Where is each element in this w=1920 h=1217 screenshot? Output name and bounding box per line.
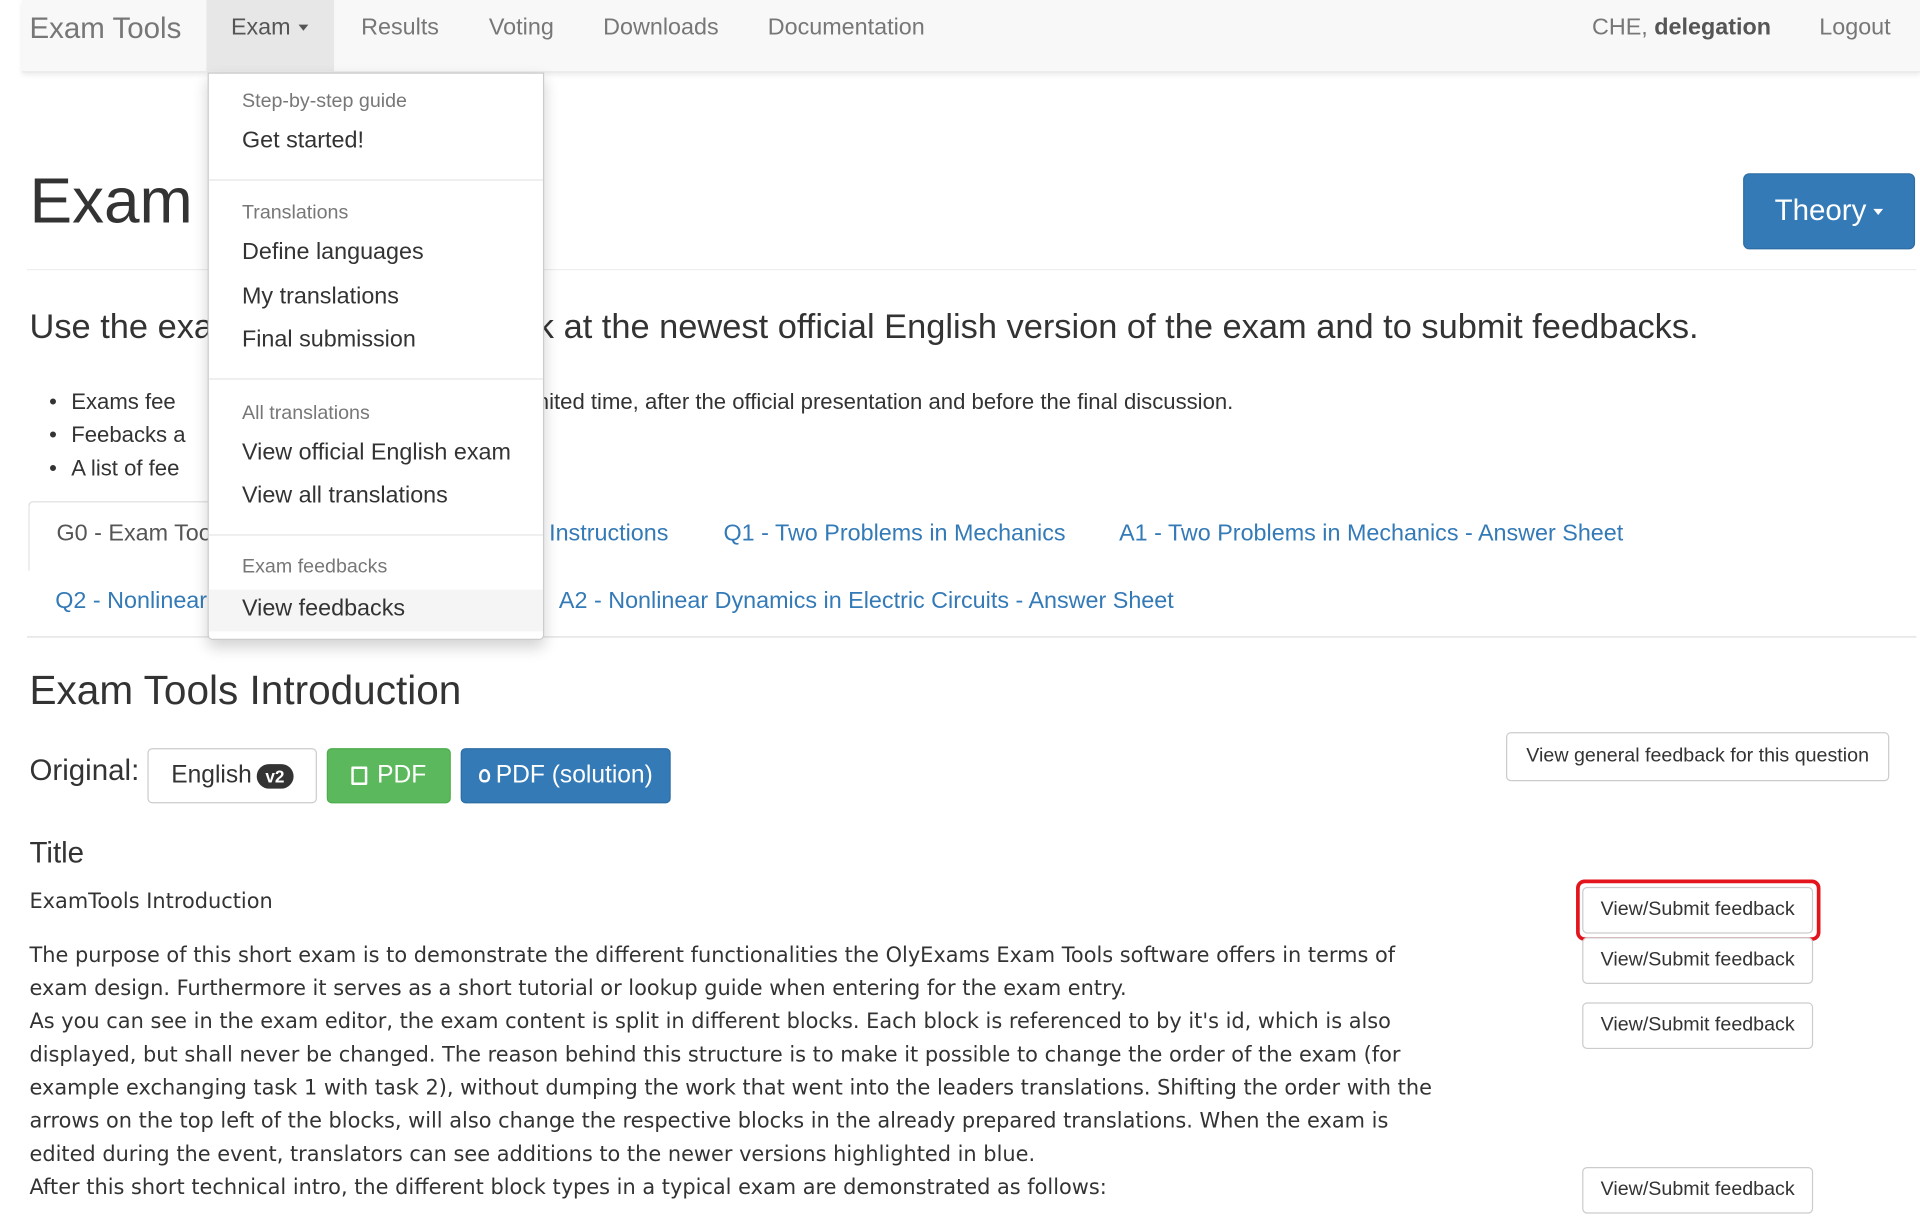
menu-item-view-official-english[interactable]: View official English exam <box>242 440 511 467</box>
menu-item-define-languages[interactable]: Define languages <box>242 240 424 267</box>
pdf-solution-label: PDF (solution) <box>495 761 653 789</box>
list-item-text-right: nited time, after the official presentat… <box>536 389 1234 414</box>
list-item-text: A list of fee <box>71 455 180 481</box>
list-item-text: Feebacks a <box>71 422 186 448</box>
lead-text-left: Use the exa <box>29 307 214 346</box>
nav-voting[interactable]: Voting <box>489 15 554 42</box>
language-label: English <box>171 761 252 789</box>
user-country: CHE, <box>1592 14 1648 41</box>
paragraph: As you can see in the exam editor, the e… <box>29 1009 1432 1167</box>
nav-exam-menu[interactable]: Exam <box>206 0 335 72</box>
brand-link[interactable]: Exam Tools <box>29 12 181 46</box>
caret-down-icon <box>297 25 308 32</box>
dropdown-divider <box>208 378 543 380</box>
intro-title: ExamTools Introduction <box>29 889 273 914</box>
feedback-button[interactable]: View/Submit feedback <box>1582 1002 1814 1050</box>
menu-item-get-started[interactable]: Get started! <box>242 128 364 155</box>
user-name: delegation <box>1654 14 1771 41</box>
block-title: Title <box>29 836 85 870</box>
original-label: Original: <box>29 754 140 788</box>
paragraph: The purpose of this short exam is to dem… <box>29 943 1396 1002</box>
highlight-box <box>1576 879 1821 941</box>
list-item: A list of fee <box>49 452 185 485</box>
logout-link[interactable]: Logout <box>1819 15 1890 42</box>
pdf-solution-button[interactable]: PDF (solution) <box>460 748 671 804</box>
general-feedback-button[interactable]: View general feedback for this question <box>1506 732 1890 782</box>
lightbulb-icon <box>478 768 490 783</box>
version-badge: v2 <box>256 763 294 789</box>
dropdown-header: Translations <box>241 202 349 224</box>
nav-results[interactable]: Results <box>361 15 439 42</box>
tab-q1[interactable]: Q1 - Two Problems in Mechanics <box>724 521 1066 548</box>
tab-label: G0 - Exam Too <box>56 520 212 547</box>
dropdown-header: Exam feedbacks <box>241 556 388 578</box>
navbar: Exam Tools Exam Results Voting Downloads… <box>22 0 1920 73</box>
pdf-label: PDF <box>377 761 427 789</box>
pdf-button[interactable]: PDF <box>326 748 451 804</box>
paragraph: After this short technical intro, the di… <box>29 1175 1107 1201</box>
tab-instructions[interactable]: Instructions <box>549 521 668 548</box>
list-item: Feebacks a <box>49 419 186 452</box>
tab-q2[interactable]: Q2 - Nonlinear <box>55 588 207 615</box>
language-button[interactable]: English v2 <box>147 748 317 804</box>
caret-down-icon <box>1873 209 1884 216</box>
info-list: Exams fee Feebacks a A list of fee <box>49 386 186 486</box>
section-title: Exam Tools Introduction <box>29 667 462 713</box>
feedback-button[interactable]: View/Submit feedback <box>1582 937 1814 984</box>
menu-item-view-feedbacks[interactable]: View feedbacks <box>242 596 405 623</box>
dropdown-divider <box>208 534 543 536</box>
menu-item-view-all-translations[interactable]: View all translations <box>242 483 448 510</box>
list-item: Exams fee <box>49 386 185 419</box>
feedback-button[interactable]: View/Submit feedback <box>1582 1166 1814 1214</box>
dropdown-divider <box>208 179 543 181</box>
nav-documentation[interactable]: Documentation <box>768 15 925 42</box>
nav-downloads[interactable]: Downloads <box>603 15 718 42</box>
tab-a1[interactable]: A1 - Two Problems in Mechanics - Answer … <box>1119 521 1623 548</box>
menu-item-my-translations[interactable]: My translations <box>242 284 399 311</box>
dropdown-header: All translations <box>241 402 370 424</box>
intro-paragraphs: The purpose of this short exam is to dem… <box>29 940 1436 1205</box>
dropdown-header: Step-by-step guide <box>241 90 407 112</box>
theory-label: Theory <box>1774 194 1867 228</box>
file-pdf-icon <box>351 766 368 785</box>
exam-dropdown-menu: Step-by-step guide Get started! Translat… <box>207 72 545 640</box>
lead-text-right: k at the newest official English version… <box>536 307 1699 346</box>
theory-dropdown-button[interactable]: Theory <box>1743 173 1916 250</box>
tab-a2[interactable]: A2 - Nonlinear Dynamics in Electric Circ… <box>559 588 1174 615</box>
nav-exam-label: Exam <box>230 14 291 41</box>
user-info[interactable]: CHE, delegation <box>1592 15 1771 42</box>
menu-item-final-submission[interactable]: Final submission <box>242 327 416 354</box>
list-item-text: Exams fee <box>71 389 176 414</box>
